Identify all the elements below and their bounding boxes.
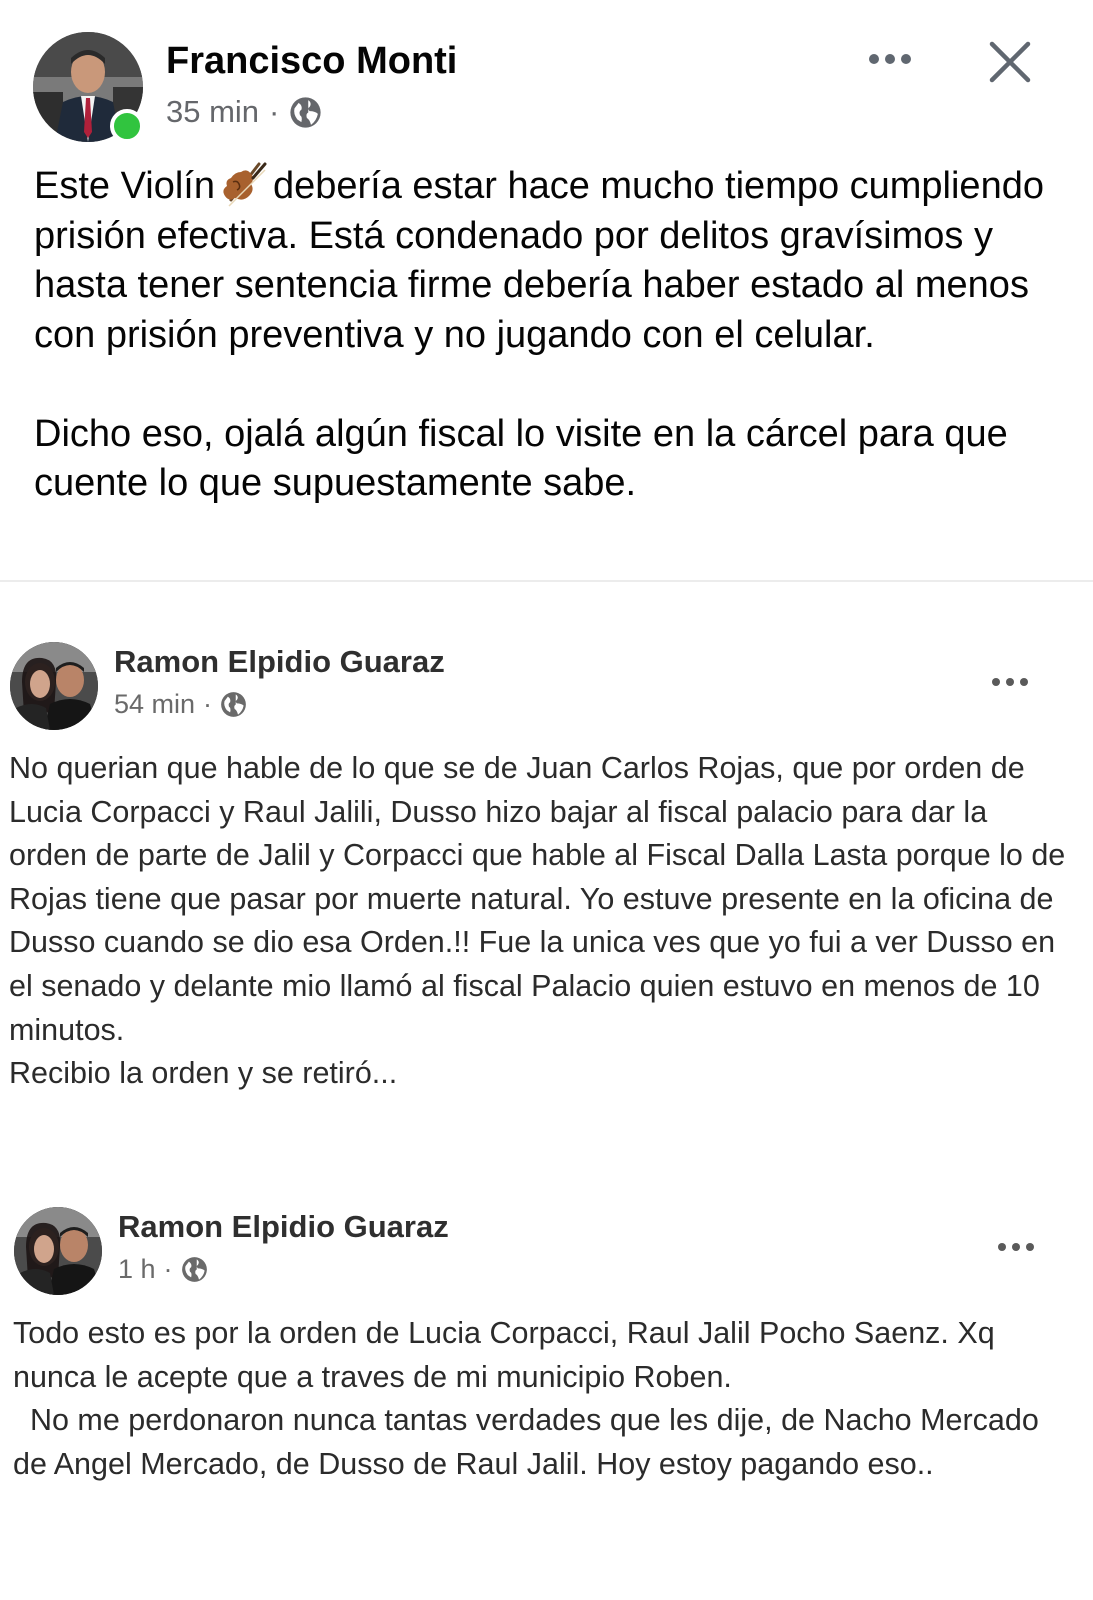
- post-divider: [0, 580, 1093, 582]
- comment-paragraph-1: Todo esto es por la orden de Lucia Corpa…: [13, 1316, 995, 1394]
- meta-separator: ·: [203, 689, 213, 719]
- comment-paragraph-2: Recibio la orden y se retiró...: [9, 1056, 398, 1091]
- comment-meta: 1 h ·: [118, 1254, 208, 1285]
- globe-icon[interactable]: [220, 691, 247, 718]
- comment-time[interactable]: 1 h: [118, 1254, 156, 1285]
- meta-separator: ·: [269, 94, 280, 129]
- commenter-avatar[interactable]: [14, 1207, 102, 1295]
- post-header: Francisco Monti 35 min ·: [33, 32, 1063, 147]
- post-meta: 35 min ·: [166, 94, 322, 130]
- close-icon[interactable]: [988, 40, 1032, 84]
- globe-icon[interactable]: [289, 96, 322, 129]
- comment-screenshot-2: Ramon Elpidio Guaraz 1 h · Todo esto es …: [0, 1205, 1093, 1535]
- comment-meta: 54 min ·: [114, 689, 247, 720]
- comment-paragraph-1: No querian que hable de lo que se de Jua…: [9, 751, 1066, 1047]
- comment-time[interactable]: 54 min: [114, 689, 195, 720]
- commenter-photo: [14, 1207, 102, 1295]
- post-author-name[interactable]: Francisco Monti: [166, 40, 457, 83]
- post-time[interactable]: 35 min: [166, 94, 259, 130]
- post-body: Este Violín debería estar hace mucho tie…: [34, 162, 1074, 509]
- post-paragraph-1: Este Violín debería estar hace mucho tie…: [34, 162, 1074, 360]
- more-horizontal-icon[interactable]: [996, 1237, 1036, 1257]
- comment-body: No querian que hable de lo que se de Jua…: [9, 747, 1069, 1096]
- meta-separator: ·: [163, 1254, 173, 1284]
- more-horizontal-icon[interactable]: [865, 44, 915, 74]
- post-text-part-1: Este Violín: [34, 165, 215, 207]
- comment-paragraph-2: No me perdonaron nunca tantas verdades q…: [13, 1403, 1048, 1481]
- globe-icon[interactable]: [181, 1256, 208, 1283]
- commenter-photo: [10, 642, 98, 730]
- post-paragraph-2: Dicho eso, ojalá algún fiscal lo visite …: [34, 412, 1008, 505]
- more-horizontal-icon[interactable]: [990, 672, 1030, 692]
- commenter-avatar[interactable]: [10, 642, 98, 730]
- commenter-name[interactable]: Ramon Elpidio Guaraz: [114, 644, 445, 680]
- online-status-dot: [110, 109, 144, 143]
- comment-screenshot-1: Ramon Elpidio Guaraz 54 min · No querian…: [0, 640, 1093, 1100]
- violin-emoji-icon: [223, 162, 267, 207]
- comment-body: Todo esto es por la orden de Lucia Corpa…: [13, 1312, 1068, 1486]
- commenter-name[interactable]: Ramon Elpidio Guaraz: [118, 1209, 449, 1245]
